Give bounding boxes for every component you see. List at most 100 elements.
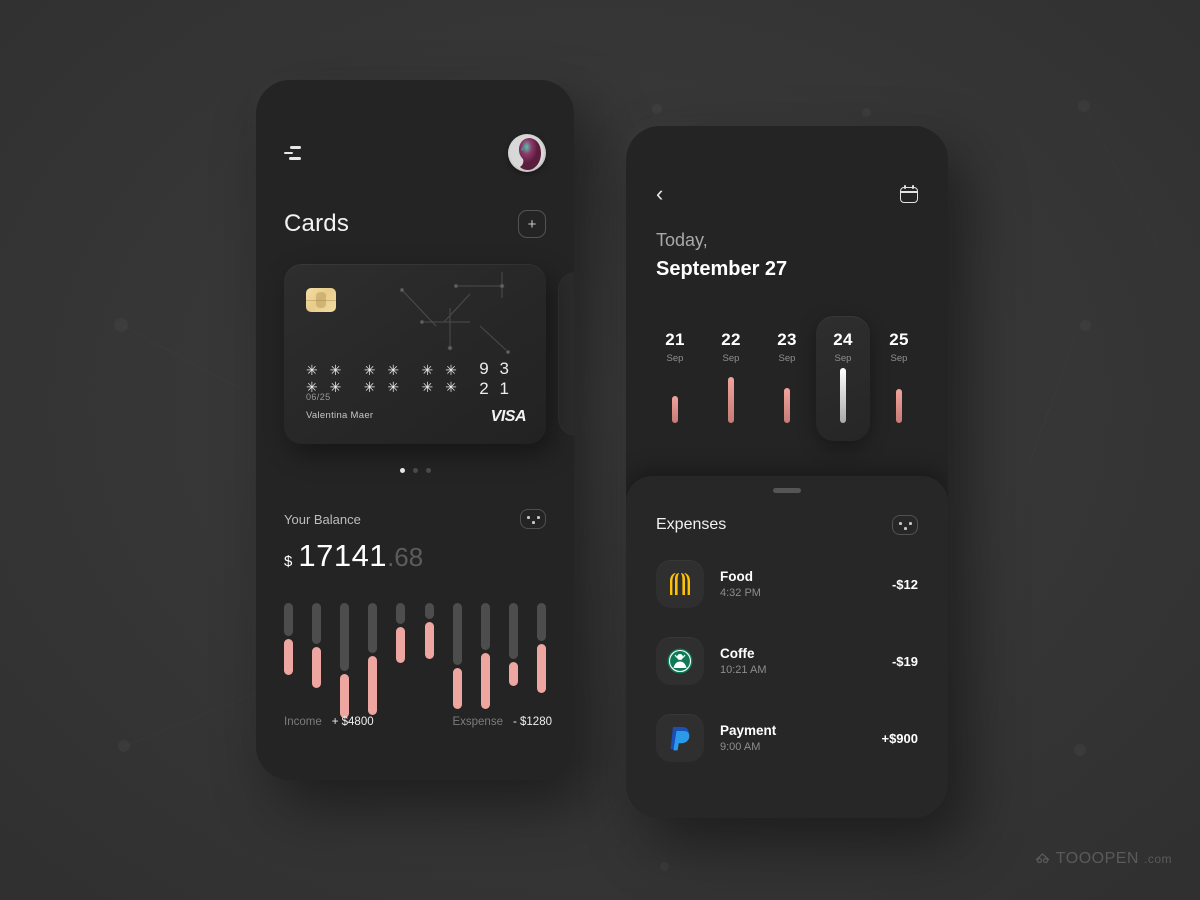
chart-bar xyxy=(508,603,518,686)
day-month: Sep xyxy=(778,353,796,364)
expenses-sheet: Expenses Food 4:32 PM -$12 Coffe 10:21 AM -$1… xyxy=(626,476,948,818)
chart-bar-active xyxy=(368,656,378,715)
pagination-dot[interactable] xyxy=(425,468,431,473)
income-value: + $4800 xyxy=(331,716,374,728)
avatar-portrait-icon xyxy=(510,136,544,170)
day-number: 25 xyxy=(889,330,909,349)
expense-row[interactable]: Coffe 10:21 AM -$19 xyxy=(656,637,918,685)
add-card-button[interactable]: + xyxy=(518,210,546,238)
expense-time: 4:32 PM xyxy=(720,587,761,599)
expense-value: - $1280 xyxy=(512,716,552,728)
expenses-options-button[interactable] xyxy=(892,515,918,535)
card-number-last4: 9 3 2 1 xyxy=(479,359,512,398)
expenses-list: Food 4:32 PM -$12 Coffe 10:21 AM -$19 Payment 9… xyxy=(656,560,918,791)
income-label: Income xyxy=(284,716,322,728)
day-month: Sep xyxy=(666,353,684,364)
chart-bar-active xyxy=(424,622,434,659)
day-activity-bar xyxy=(728,377,734,423)
background-decoration xyxy=(0,0,1200,900)
pagination-dot[interactable] xyxy=(399,468,405,473)
card-holder: Valentina Maer xyxy=(306,410,374,421)
day-number: 21 xyxy=(665,330,685,349)
chart-bar-inactive xyxy=(508,603,518,659)
day-month: Sep xyxy=(834,353,852,364)
chart-bar xyxy=(480,603,490,709)
day-activity-bar xyxy=(896,389,902,423)
menu-icon[interactable] xyxy=(284,145,304,161)
right-topbar: ‹ xyxy=(656,178,918,210)
card-behind[interactable] xyxy=(558,272,574,436)
expense-name: Coffe xyxy=(720,646,755,661)
chart-bar xyxy=(340,603,350,718)
watermark-suffix: .com xyxy=(1143,852,1172,866)
chart-bar xyxy=(396,603,406,663)
visa-logo: VISA xyxy=(490,408,527,425)
cards-title-row: Cards + xyxy=(284,204,546,244)
day-activity-bar xyxy=(840,368,846,423)
chart-bar-inactive xyxy=(424,603,434,619)
day-item-25[interactable]: 25 Sep xyxy=(872,316,926,441)
day-selector[interactable]: 21 Sep 22 Sep 23 Sep 24 Sep 25 Sep xyxy=(648,316,926,446)
pagination-dot[interactable] xyxy=(412,468,418,473)
date-label: September 27 xyxy=(656,258,788,280)
balance-currency: $ xyxy=(284,553,293,570)
starbucks-icon xyxy=(656,637,704,685)
tooopen-logo-icon xyxy=(1035,852,1050,863)
chart-bar xyxy=(312,603,322,688)
card-expiry: 06/25 xyxy=(306,392,331,402)
chart-bar-inactive xyxy=(340,603,350,671)
chart-bar xyxy=(368,603,378,715)
card-number-group-1: ✳ ✳ ✳ ✳ xyxy=(306,362,346,395)
day-number: 24 xyxy=(833,330,853,349)
carousel-pagination[interactable] xyxy=(256,468,574,473)
chart-bar-inactive xyxy=(480,603,490,650)
card-number: ✳ ✳ ✳ ✳ ✳ ✳ ✳ ✳ ✳ ✳ ✳ ✳ 9 3 2 1 xyxy=(306,359,528,399)
watermark-name: TOOOPEN xyxy=(1055,850,1139,867)
today-label: Today, xyxy=(656,230,708,250)
expense-label: Exspense xyxy=(452,716,503,728)
day-number: 22 xyxy=(721,330,741,349)
income-expense-summary: Income + $4800 Exspense - $1280 xyxy=(284,712,552,732)
chart-bar xyxy=(452,603,462,709)
chart-bar-inactive xyxy=(368,603,378,653)
chart-bar-inactive xyxy=(396,603,406,624)
day-item-22[interactable]: 22 Sep xyxy=(704,316,758,441)
day-item-24[interactable]: 24 Sep xyxy=(816,316,870,441)
chart-bar-active xyxy=(480,653,490,709)
expenses-header: Expenses xyxy=(656,512,918,538)
sheet-grabber[interactable] xyxy=(773,488,801,493)
phone-cards-screen: Cards + ✳ ✳ ✳ ✳ ✳ ✳ ✳ ✳ ✳ ✳ ✳ ✳ 9 3 2 1 … xyxy=(256,80,574,780)
card-carousel[interactable]: ✳ ✳ ✳ ✳ ✳ ✳ ✳ ✳ ✳ ✳ ✳ ✳ 9 3 2 1 06/25 Va… xyxy=(284,264,574,444)
balance-bar-chart xyxy=(284,603,546,718)
expense-row[interactable]: Payment 9:00 AM +$900 xyxy=(656,714,918,762)
chart-bar-active xyxy=(508,662,518,686)
expense-row[interactable]: Food 4:32 PM -$12 xyxy=(656,560,918,608)
day-month: Sep xyxy=(890,353,908,364)
avatar[interactable] xyxy=(508,134,546,172)
credit-card[interactable]: ✳ ✳ ✳ ✳ ✳ ✳ ✳ ✳ ✳ ✳ ✳ ✳ 9 3 2 1 06/25 Va… xyxy=(284,264,546,444)
day-month: Sep xyxy=(722,353,740,364)
day-item-21[interactable]: 21 Sep xyxy=(648,316,702,441)
chart-bar-inactive xyxy=(452,603,462,665)
expense-text: Coffe 10:21 AM xyxy=(720,646,892,676)
chart-bar-active xyxy=(284,639,293,675)
card-number-group-3: ✳ ✳ ✳ ✳ xyxy=(421,362,461,395)
chart-bar-inactive xyxy=(312,603,322,644)
chart-bar xyxy=(284,603,293,675)
card-number-group-2: ✳ ✳ ✳ ✳ xyxy=(363,362,404,395)
expense-text: Payment 9:00 AM xyxy=(720,723,881,753)
chart-bar-inactive xyxy=(284,603,293,636)
paypal-icon xyxy=(656,714,704,762)
chart-bar xyxy=(424,603,434,659)
chevron-left-icon[interactable]: ‹ xyxy=(656,183,663,205)
expenses-title: Expenses xyxy=(656,516,727,533)
balance-header: Your Balance xyxy=(284,505,546,533)
calendar-icon[interactable] xyxy=(900,185,918,203)
expense-name: Food xyxy=(720,569,753,584)
mcdonalds-icon xyxy=(656,560,704,608)
day-activity-bar xyxy=(784,388,790,423)
day-item-23[interactable]: 23 Sep xyxy=(760,316,814,441)
balance-options-button[interactable] xyxy=(520,509,546,529)
balance-label: Your Balance xyxy=(284,511,361,527)
balance-decimal: .68 xyxy=(387,542,424,572)
